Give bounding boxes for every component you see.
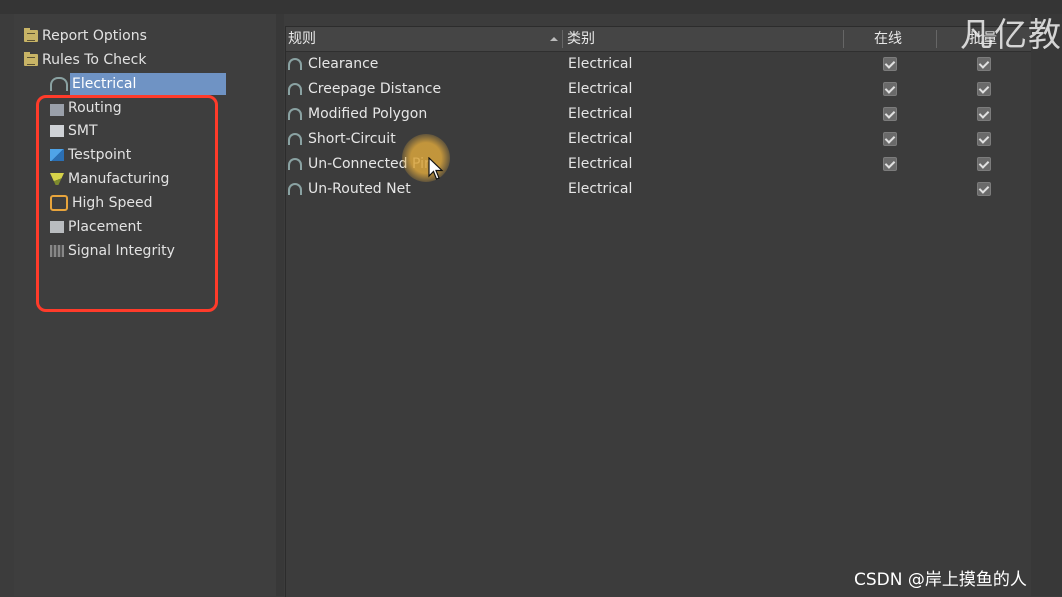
table-row[interactable]: Un-Routed Net Electrical [286, 176, 1032, 201]
rule-name: Short-Circuit [308, 130, 396, 147]
rule-name: Creepage Distance [308, 80, 442, 97]
category-cell: Electrical [568, 55, 633, 72]
tree-item-report-options[interactable]: Report Options [24, 25, 147, 47]
rule-cell: Creepage Distance [288, 81, 441, 97]
column-divider[interactable] [843, 30, 844, 48]
table-row[interactable]: Creepage Distance Electrical [286, 76, 1032, 101]
sort-ascending-icon[interactable] [550, 37, 558, 41]
rule-cell: Short-Circuit [288, 131, 396, 147]
folder-icon [24, 28, 38, 42]
batch-checkbox[interactable] [977, 57, 991, 71]
column-divider[interactable] [562, 30, 563, 48]
online-checkbox[interactable] [883, 132, 897, 146]
category-cell: Electrical [568, 105, 633, 122]
category-cell: Electrical [568, 130, 633, 147]
online-checkbox[interactable] [883, 107, 897, 121]
rule-name: Un-Routed Net [308, 180, 411, 197]
table-row[interactable]: Un-Connected Pin Electrical [286, 151, 1032, 176]
batch-checkbox[interactable] [977, 182, 991, 196]
rule-cell: Modified Polygon [288, 106, 427, 122]
electrical-rule-icon [288, 107, 302, 120]
batch-checkbox[interactable] [977, 107, 991, 121]
column-header-online[interactable]: 在线 [874, 27, 902, 51]
top-strip [0, 0, 1062, 14]
electrical-rule-icon [288, 157, 302, 170]
panel-splitter[interactable] [276, 14, 284, 596]
folder-icon [24, 52, 38, 66]
tree-item-label: Electrical [70, 73, 227, 95]
tree-item-electrical[interactable]: Electrical [50, 73, 227, 95]
rule-name: Modified Polygon [308, 105, 428, 122]
rule-cell: Un-Routed Net [288, 181, 411, 197]
online-checkbox[interactable] [883, 57, 897, 71]
table-row[interactable]: Modified Polygon Electrical [286, 101, 1032, 126]
table-row[interactable]: Short-Circuit Electrical [286, 126, 1032, 151]
watermark-top: 凡亿教 [960, 15, 1062, 54]
online-checkbox[interactable] [883, 82, 897, 96]
category-cell: Electrical [568, 80, 633, 97]
electrical-rule-icon [288, 82, 302, 95]
right-gutter [1031, 14, 1062, 596]
electrical-rule-icon [288, 132, 302, 145]
watermark-bottom: CSDN @岸上摸鱼的人 [854, 570, 1027, 590]
rules-grid: 规则 类别 在线 批量 Clearance Electrical Creepag… [285, 26, 1032, 597]
online-checkbox[interactable] [883, 157, 897, 171]
grid-header: 规则 类别 在线 批量 [286, 27, 1032, 52]
rule-cell: Clearance [288, 56, 378, 72]
electrical-rule-icon [288, 182, 302, 195]
table-row[interactable]: Clearance Electrical [286, 51, 1032, 76]
batch-checkbox[interactable] [977, 82, 991, 96]
batch-checkbox[interactable] [977, 132, 991, 146]
category-cell: Electrical [568, 155, 633, 172]
electrical-rule-icon [288, 57, 302, 70]
electrical-icon [50, 77, 68, 91]
batch-checkbox[interactable] [977, 157, 991, 171]
column-divider[interactable] [936, 30, 937, 48]
rule-name: Clearance [308, 55, 379, 72]
annotation-highlight-box [36, 95, 218, 312]
category-cell: Electrical [568, 180, 633, 197]
tree-item-label: Rules To Check [42, 52, 147, 68]
column-header-rule[interactable]: 规则 [288, 27, 316, 51]
column-header-category[interactable]: 类别 [567, 27, 595, 51]
tree-item-label: Report Options [42, 28, 147, 44]
tree-item-rules-to-check[interactable]: Rules To Check [24, 49, 146, 71]
